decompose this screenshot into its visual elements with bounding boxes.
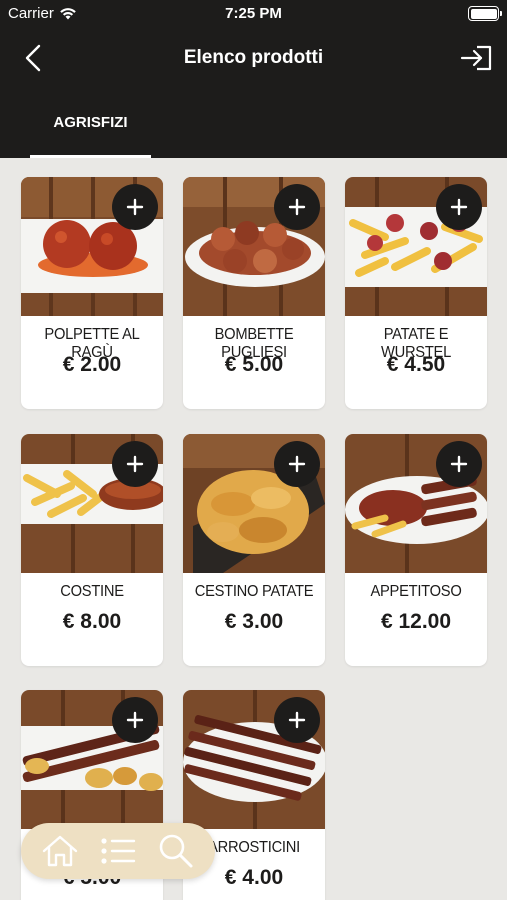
search-icon: [159, 834, 193, 868]
product-price: € 8.00: [62, 610, 122, 633]
product-card[interactable]: COSTINE € 8.00: [21, 434, 163, 666]
product-card[interactable]: BOMBETTE PUGLIESI € 5.00: [183, 177, 325, 409]
home-button[interactable]: [36, 827, 84, 875]
product-card[interactable]: APPETITOSO € 12.00: [345, 434, 487, 666]
plus-icon: [288, 711, 306, 729]
plus-icon: [450, 198, 468, 216]
add-to-cart-button[interactable]: [274, 441, 320, 487]
product-card[interactable]: POLPETTE AL RAGÙ € 2.00: [21, 177, 163, 409]
add-to-cart-button[interactable]: [112, 184, 158, 230]
product-name: APPETITOSO: [370, 583, 462, 600]
list-icon: [101, 838, 136, 864]
category-tabs: AGRISFIZI: [0, 88, 507, 158]
product-price: € 4.50: [386, 353, 446, 376]
tab-agrisfizi[interactable]: AGRISFIZI: [30, 88, 151, 158]
status-bar: Carrier 7:25 PM: [0, 0, 507, 28]
page-title: Elenco prodotti: [183, 47, 324, 68]
add-to-cart-button[interactable]: [112, 697, 158, 743]
home-icon: [42, 835, 78, 867]
plus-icon: [126, 198, 144, 216]
product-name: COSTINE: [60, 583, 124, 600]
sign-in-icon: [460, 45, 492, 71]
plus-icon: [450, 455, 468, 473]
plus-icon: [288, 455, 306, 473]
add-to-cart-button[interactable]: [274, 184, 320, 230]
product-price: € 12.00: [380, 610, 452, 633]
bottom-navigation: [21, 823, 215, 879]
sign-in-button[interactable]: [459, 41, 495, 75]
search-button[interactable]: [152, 827, 200, 875]
product-price: € 3.00: [224, 610, 284, 633]
add-to-cart-button[interactable]: [274, 697, 320, 743]
product-name: CESTINO PATATE: [194, 583, 314, 600]
add-to-cart-button[interactable]: [112, 441, 158, 487]
product-price: € 2.00: [62, 353, 122, 376]
product-price: € 5.00: [224, 353, 284, 376]
add-to-cart-button[interactable]: [436, 441, 482, 487]
plus-icon: [126, 455, 144, 473]
tab-label: AGRISFIZI: [53, 113, 128, 131]
add-to-cart-button[interactable]: [436, 184, 482, 230]
status-time: 7:25 PM: [225, 5, 282, 22]
battery-icon: [468, 6, 502, 21]
product-card[interactable]: PATATE E WURSTEL € 4.50: [345, 177, 487, 409]
navigation-bar: Elenco prodotti: [0, 28, 507, 88]
product-card[interactable]: CESTINO PATATE € 3.00: [183, 434, 325, 666]
list-button[interactable]: [94, 827, 142, 875]
tab-indicator: [30, 155, 151, 158]
plus-icon: [288, 198, 306, 216]
plus-icon: [126, 711, 144, 729]
